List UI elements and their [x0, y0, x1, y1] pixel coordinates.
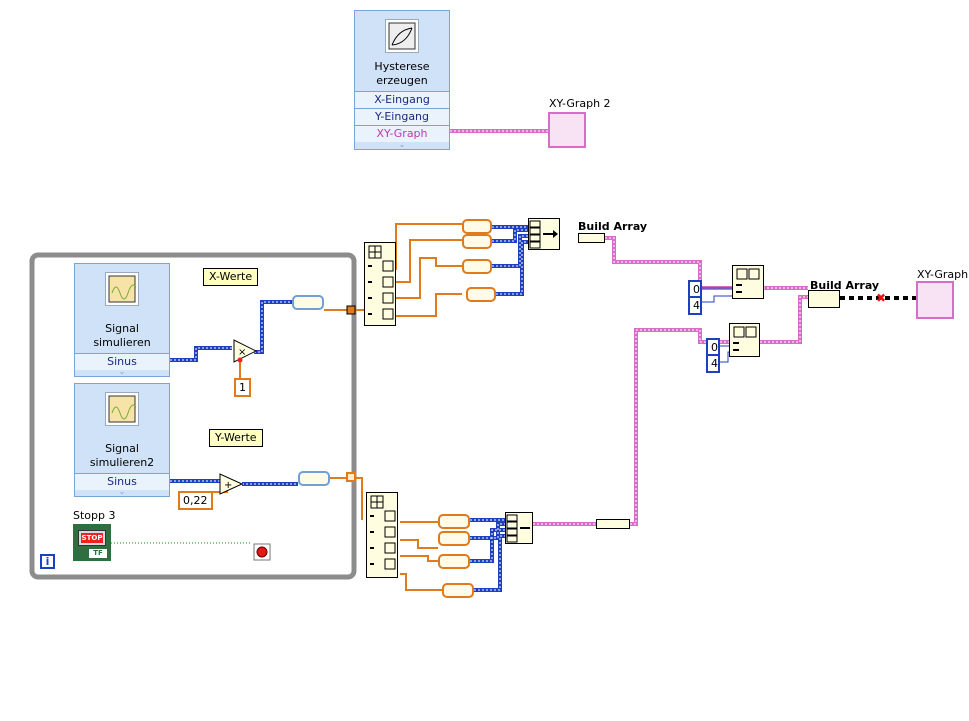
- loop-iteration-terminal[interactable]: i: [40, 554, 55, 569]
- build-array-2[interactable]: [808, 290, 840, 308]
- convert-to-dynamic-5[interactable]: [438, 514, 470, 529]
- sim1-title-2: simulieren: [93, 336, 151, 349]
- sim2-title-2: simulieren2: [89, 456, 155, 469]
- stop-terminal-icon[interactable]: [253, 543, 271, 561]
- build-array-label-1: Build Array: [578, 220, 648, 233]
- convert-to-dynamic-3[interactable]: [462, 259, 492, 274]
- hysterese-icon: [385, 19, 419, 53]
- broken-wire-x-icon: ✖: [876, 291, 886, 305]
- x-werte-label[interactable]: X-Werte: [203, 268, 259, 286]
- y-werte-label[interactable]: Y-Werte: [209, 429, 263, 447]
- array-subset-2[interactable]: [729, 323, 760, 357]
- subset1-length-constant[interactable]: 4: [688, 296, 702, 315]
- add-node[interactable]: +: [219, 473, 244, 495]
- xy-graph-label: XY-Graph: [917, 268, 969, 281]
- xy-graph-indicator[interactable]: [916, 281, 954, 319]
- merge-signals-2[interactable]: [505, 512, 533, 544]
- convert-from-dynamic-x[interactable]: [292, 295, 324, 310]
- subset2-length-constant[interactable]: 4: [706, 354, 720, 373]
- svg-text:×: ×: [238, 347, 246, 358]
- merge-signals-1[interactable]: [528, 218, 560, 250]
- signal-icon: [105, 392, 139, 426]
- xy-graph2-label: XY-Graph 2: [549, 97, 611, 110]
- convert-to-dynamic-8[interactable]: [442, 583, 474, 598]
- convert-to-dynamic-6[interactable]: [438, 531, 470, 546]
- index-array-y[interactable]: [366, 492, 398, 578]
- expand-chevron-icon[interactable]: ⌄: [75, 487, 169, 496]
- convert-to-dynamic-4[interactable]: [466, 287, 496, 302]
- terminal-x-eingang[interactable]: X-Eingang: [355, 91, 449, 108]
- hysterese-title-2: erzeugen: [376, 74, 428, 87]
- expand-chevron-icon[interactable]: ⌄: [355, 140, 449, 149]
- hysterese-title-1: Hysterese: [374, 60, 430, 73]
- xy-graph2-indicator[interactable]: [548, 112, 586, 148]
- sim1-title-1: Signal: [105, 322, 139, 335]
- stopp-label: Stopp 3: [73, 509, 116, 522]
- tunnel-x: [346, 305, 356, 315]
- convert-from-dynamic-y[interactable]: [298, 471, 330, 486]
- bundle-node[interactable]: [596, 519, 630, 529]
- expand-chevron-icon[interactable]: ⌄: [75, 367, 169, 376]
- sim2-title-1: Signal: [105, 442, 139, 455]
- add-constant[interactable]: 0,22: [178, 491, 213, 510]
- array-subset-1[interactable]: [732, 265, 764, 299]
- build-array-1[interactable]: [578, 233, 605, 243]
- stop-text: STOP: [81, 533, 103, 543]
- convert-to-dynamic-2[interactable]: [462, 234, 492, 249]
- convert-to-dynamic-1[interactable]: [462, 219, 492, 234]
- convert-to-dynamic-7[interactable]: [438, 554, 470, 569]
- terminal-y-eingang[interactable]: Y-Eingang: [355, 108, 449, 125]
- stop-button-control[interactable]: STOP TF: [73, 524, 111, 561]
- signal-simulieren-vi[interactable]: Signal simulieren Sinus ⌄: [74, 263, 170, 377]
- tf-badge: TF: [89, 549, 107, 558]
- tunnel-y: [346, 472, 356, 482]
- multiply-constant[interactable]: 1: [234, 378, 251, 397]
- svg-text:+: +: [224, 480, 232, 491]
- multiply-node[interactable]: ×: [233, 339, 258, 363]
- hysterese-vi[interactable]: Hysterese erzeugen X-Eingang Y-Eingang X…: [354, 10, 450, 150]
- index-array-x[interactable]: [364, 242, 396, 326]
- signal-icon: [105, 272, 139, 306]
- signal-simulieren2-vi[interactable]: Signal simulieren2 Sinus ⌄: [74, 383, 170, 497]
